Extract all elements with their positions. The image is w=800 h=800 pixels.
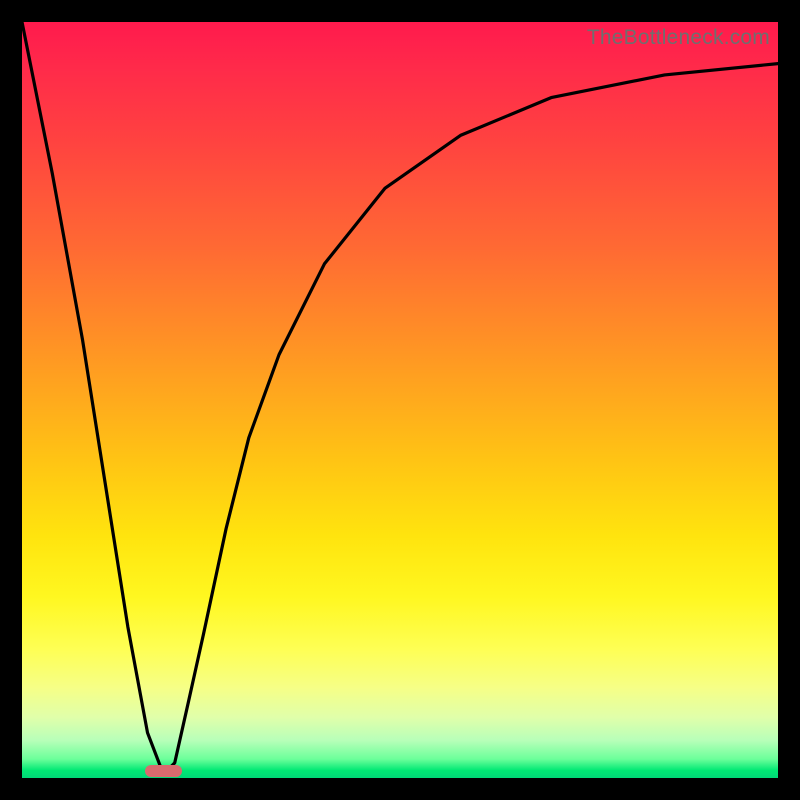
bottleneck-curve [22, 22, 778, 778]
chart-frame: TheBottleneck.com [0, 0, 800, 800]
plot-area: TheBottleneck.com [22, 22, 778, 778]
optimum-marker [145, 765, 181, 777]
